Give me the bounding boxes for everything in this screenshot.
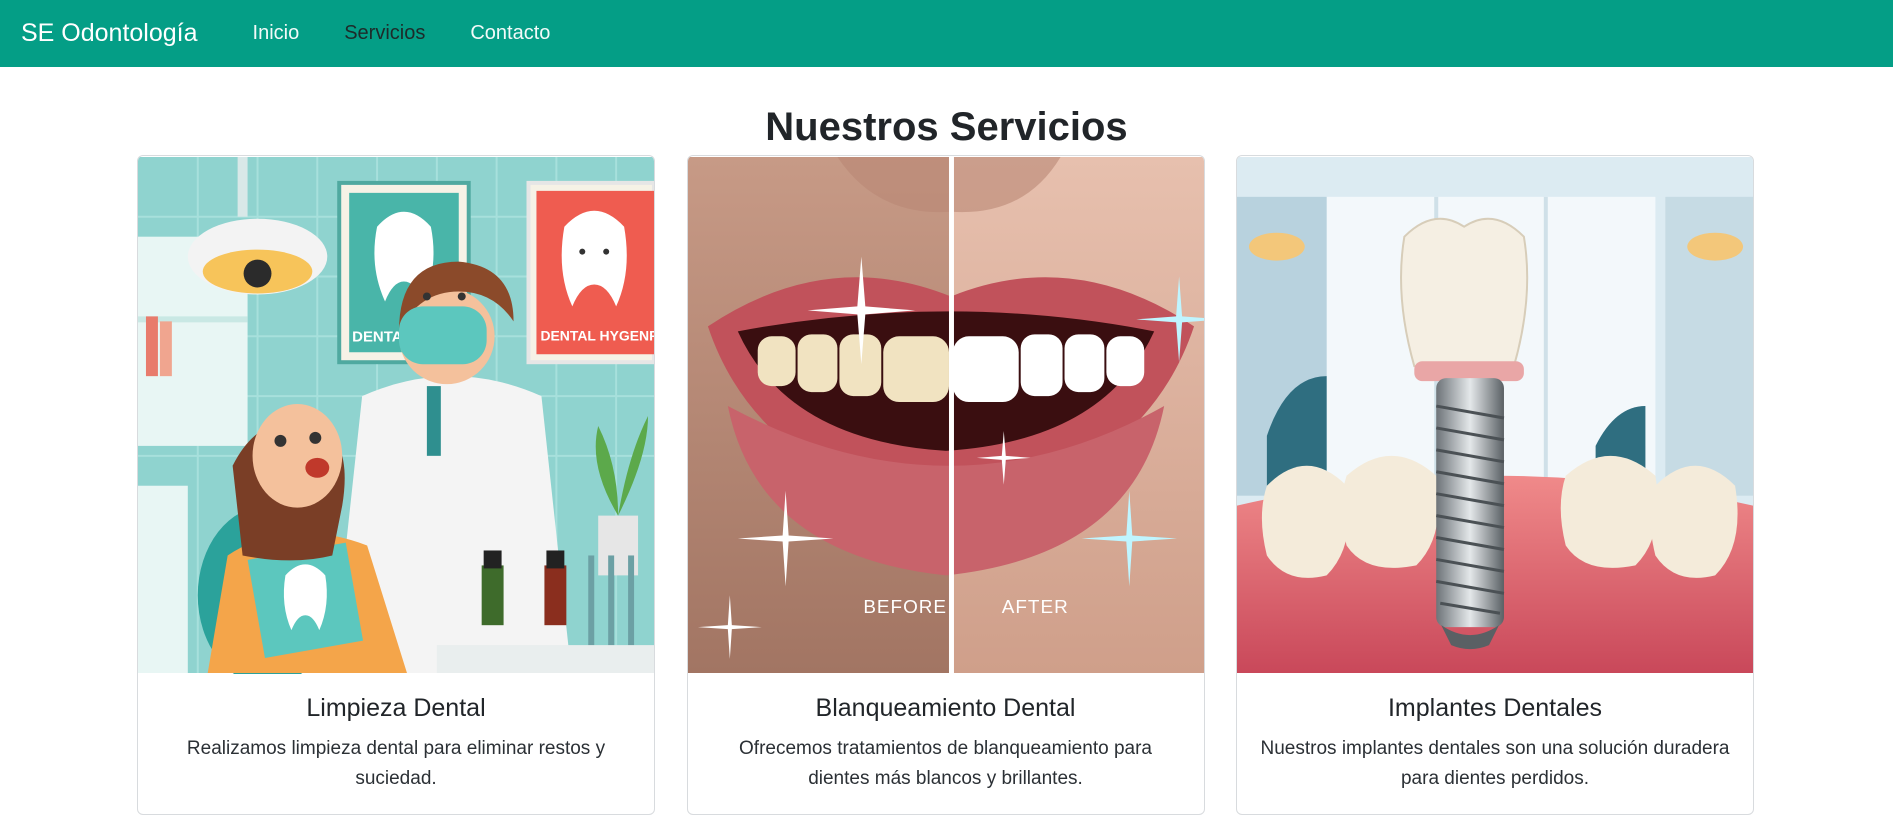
- service-card-limpieza: DENTAL DENTAL HYGENRY: [137, 155, 655, 815]
- svg-text:AFTER: AFTER: [1001, 597, 1068, 618]
- svg-text:BEFORE: BEFORE: [863, 597, 947, 618]
- services-grid: DENTAL DENTAL HYGENRY: [137, 155, 1754, 815]
- card-text: Realizamos limpieza dental para eliminar…: [186, 738, 606, 789]
- card-text: Nuestros implantes dentales son una solu…: [1260, 738, 1730, 789]
- card-text: Ofrecemos tratamientos de blanqueamiento…: [739, 738, 1152, 789]
- card-title: Blanqueamiento Dental: [815, 694, 1076, 722]
- service-card-implantes: Implantes Dentales Nuestros implantes de…: [1236, 155, 1754, 815]
- teeth-whitening-image: BEFORE AFTER: [687, 157, 1204, 673]
- section-title: Nuestros Servicios: [765, 105, 1128, 149]
- card-title: Limpieza Dental: [306, 694, 486, 722]
- card-title: Implantes Dentales: [1387, 694, 1602, 722]
- nav-link-contacto[interactable]: Contacto: [470, 22, 550, 45]
- navbar: SE Odontología Inicio Servicios Contacto: [0, 0, 1893, 67]
- dental-implant-image: [1237, 157, 1753, 673]
- service-card-blanqueamiento: BEFORE AFTER Blanqueamiento Dental Ofrec…: [686, 155, 1205, 815]
- svg-text:DENTAL HYGENRY: DENTAL HYGENRY: [540, 327, 654, 343]
- dental-cleaning-image: DENTAL DENTAL HYGENRY: [138, 157, 654, 674]
- brand-link[interactable]: SE Odontología: [21, 19, 198, 48]
- nav-link-servicios[interactable]: Servicios: [344, 22, 425, 45]
- nav-link-inicio[interactable]: Inicio: [253, 22, 300, 45]
